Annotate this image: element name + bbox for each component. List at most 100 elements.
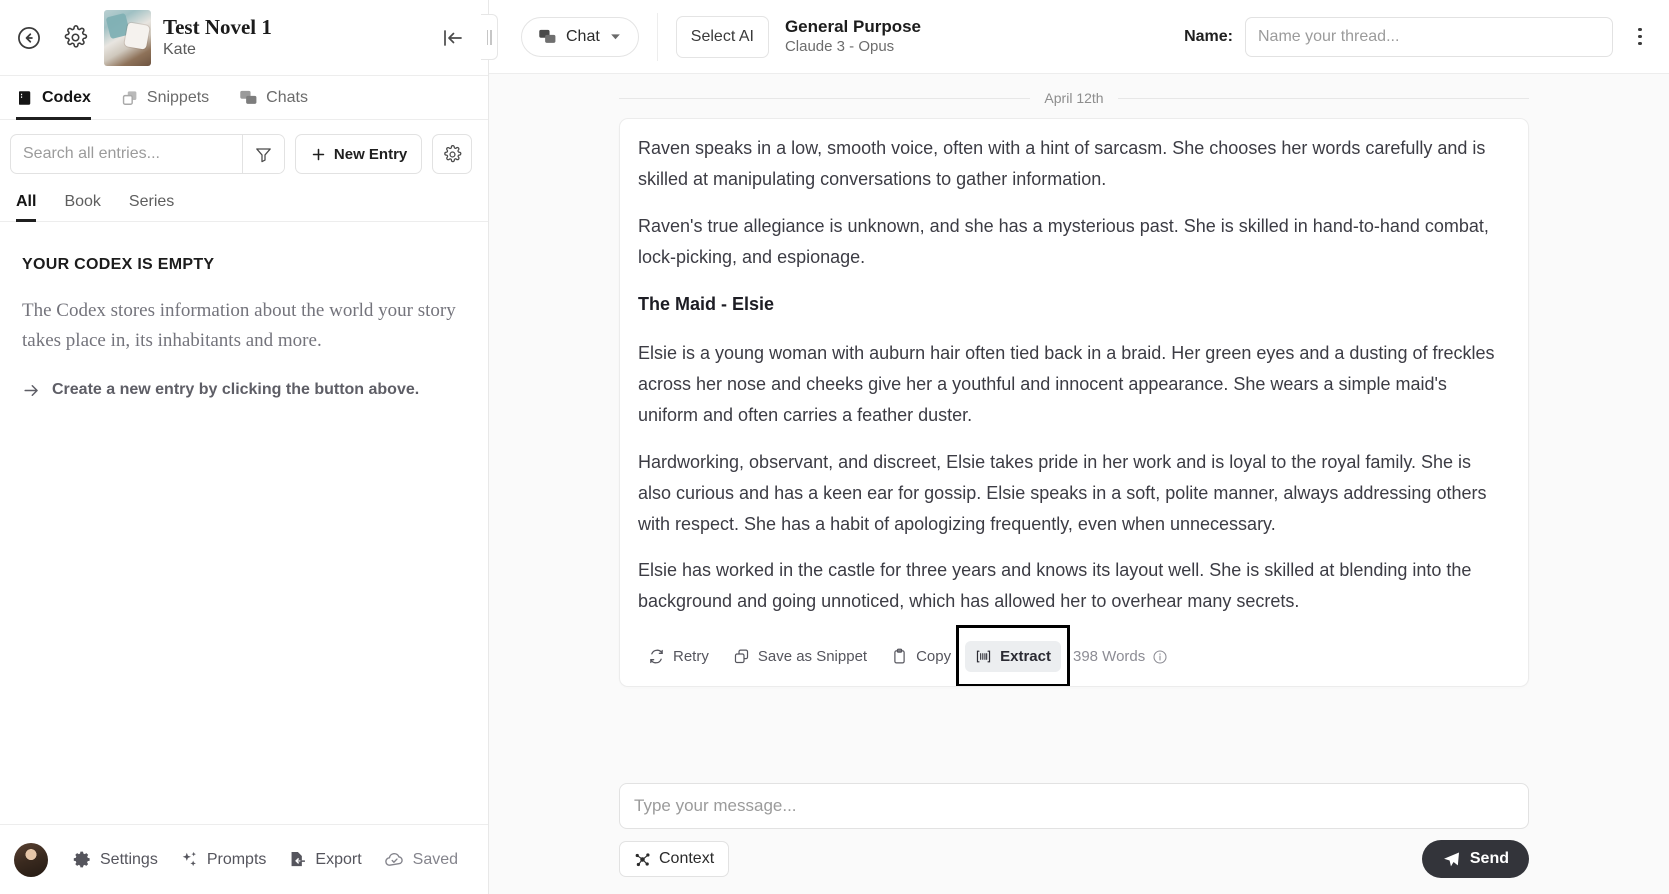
- info-icon[interactable]: [1152, 649, 1168, 665]
- ai-meta: General Purpose Claude 3 - Opus: [785, 17, 921, 56]
- copy-icon: [121, 89, 139, 107]
- search-row: New Entry: [0, 120, 488, 186]
- ai-model-name: Claude 3 - Opus: [785, 38, 921, 56]
- empty-state-description: The Codex stores information about the w…: [22, 296, 466, 357]
- extract-button[interactable]: Extract: [965, 641, 1061, 672]
- node-graph-icon: [634, 851, 651, 868]
- collapse-left-icon: [441, 26, 465, 50]
- plus-icon: [310, 146, 327, 163]
- word-count: 398 Words: [1065, 648, 1168, 665]
- sidebar-header: Test Novel 1 Kate: [0, 0, 488, 76]
- tab-codex-label: Codex: [42, 89, 91, 107]
- more-vertical-icon: [1638, 35, 1642, 39]
- select-ai-button[interactable]: Select AI: [676, 16, 769, 58]
- retry-button[interactable]: Retry: [638, 641, 719, 672]
- footer-settings-button[interactable]: Settings: [64, 843, 167, 876]
- message-composer: Context Send: [489, 773, 1669, 894]
- page-title: Test Novel 1: [163, 15, 424, 39]
- word-count-label: 398 Words: [1073, 648, 1145, 665]
- search-input[interactable]: [11, 135, 242, 173]
- footer-prompts-label: Prompts: [207, 851, 267, 869]
- sidebar-footer: Settings Prompts Export: [0, 824, 488, 894]
- avatar[interactable]: [14, 843, 48, 877]
- footer-saved-status[interactable]: Saved: [375, 842, 467, 877]
- empty-state-cta-label: Create a new entry by clicking the butto…: [52, 381, 419, 399]
- message-input[interactable]: [619, 783, 1529, 829]
- empty-state-cta[interactable]: Create a new entry by clicking the butto…: [22, 381, 466, 400]
- message-paragraph: Raven speaks in a low, smooth voice, oft…: [638, 133, 1506, 195]
- extract-button-focus-wrapper: Extract: [965, 641, 1061, 672]
- empty-state-title: YOUR CODEX IS EMPTY: [22, 256, 466, 274]
- save-as-snippet-label: Save as Snippet: [758, 648, 867, 665]
- composer-toolbar: Context Send: [619, 840, 1529, 878]
- footer-saved-label: Saved: [413, 851, 458, 869]
- conversation-scroll-area[interactable]: April 12th Raven speaks in a low, smooth…: [489, 74, 1669, 773]
- filter-tab-all[interactable]: All: [16, 193, 36, 222]
- file-export-icon: [288, 850, 307, 869]
- tab-snippets[interactable]: Snippets: [121, 89, 209, 120]
- send-button[interactable]: Send: [1422, 840, 1529, 878]
- thread-name-label: Name:: [1184, 28, 1233, 46]
- resize-handle-icon: [487, 30, 489, 45]
- gear-icon: [73, 850, 92, 869]
- context-button[interactable]: Context: [619, 841, 729, 877]
- chat-header: Chat Select AI General Purpose Claude 3 …: [489, 0, 1669, 74]
- chevron-down-icon: [609, 30, 622, 43]
- resize-handle-icon: [490, 30, 492, 45]
- chat-panel: Chat Select AI General Purpose Claude 3 …: [489, 0, 1669, 894]
- message-paragraph: Elsie is a young woman with auburn hair …: [638, 338, 1506, 431]
- filter-tab-book[interactable]: Book: [64, 193, 100, 222]
- select-ai-label: Select AI: [691, 28, 754, 46]
- codex-filter-tabs: All Book Series: [0, 186, 488, 222]
- footer-prompts-button[interactable]: Prompts: [171, 843, 276, 876]
- message-action-bar: Retry Save as Snippet: [620, 637, 1528, 686]
- context-label: Context: [659, 850, 714, 868]
- extract-icon: [975, 648, 992, 665]
- tab-chats-label: Chats: [266, 89, 308, 107]
- date-separator: April 12th: [619, 90, 1529, 106]
- footer-export-button[interactable]: Export: [279, 843, 370, 876]
- chat-bubbles-icon: [239, 88, 258, 107]
- ai-preset-name: General Purpose: [785, 17, 921, 37]
- copy-button[interactable]: Copy: [881, 641, 961, 672]
- save-as-snippet-button[interactable]: Save as Snippet: [723, 641, 877, 672]
- date-separator-label: April 12th: [1044, 90, 1103, 106]
- back-button[interactable]: [12, 21, 46, 55]
- search-field-wrapper: [10, 134, 285, 174]
- codex-settings-button[interactable]: [432, 134, 472, 174]
- chat-mode-dropdown[interactable]: Chat: [521, 17, 639, 57]
- new-entry-label: New Entry: [334, 146, 407, 163]
- message-paragraph: Raven's true allegiance is unknown, and …: [638, 211, 1506, 273]
- more-vertical-icon: [1638, 28, 1642, 32]
- tab-chats[interactable]: Chats: [239, 88, 308, 120]
- refresh-icon: [648, 648, 665, 665]
- filter-tab-series[interactable]: Series: [129, 193, 174, 222]
- copy-icon: [733, 648, 750, 665]
- gear-icon: [63, 25, 88, 50]
- book-cover-thumbnail[interactable]: [104, 10, 151, 66]
- thread-menu-button[interactable]: [1625, 20, 1655, 54]
- sidebar-tabs: Codex Snippets Chats: [0, 76, 488, 120]
- message-paragraph: Hardworking, observant, and discreet, El…: [638, 447, 1506, 540]
- paper-plane-icon: [1442, 850, 1461, 869]
- new-entry-button[interactable]: New Entry: [295, 134, 422, 174]
- message-paragraph: Elsie has worked in the castle for three…: [638, 555, 1506, 617]
- filter-button[interactable]: [242, 135, 284, 173]
- project-settings-button[interactable]: [58, 21, 92, 55]
- book-meta: Test Novel 1 Kate: [163, 15, 424, 59]
- thread-name-group: Name:: [1184, 17, 1613, 57]
- collapse-sidebar-button[interactable]: [436, 21, 470, 55]
- cloud-check-icon: [384, 849, 405, 870]
- funnel-icon: [254, 145, 273, 164]
- footer-settings-label: Settings: [100, 851, 158, 869]
- message-heading: The Maid - Elsie: [638, 289, 1506, 320]
- clipboard-icon: [891, 648, 908, 665]
- panel-resize-handle[interactable]: [481, 14, 498, 60]
- book-icon: [16, 89, 34, 107]
- more-vertical-icon: [1638, 42, 1642, 46]
- gear-icon: [443, 145, 462, 164]
- left-sidebar: Test Novel 1 Kate Codex S: [0, 0, 489, 894]
- tab-codex[interactable]: Codex: [16, 89, 91, 120]
- arrow-right-icon: [22, 381, 41, 400]
- thread-name-input[interactable]: [1245, 17, 1613, 57]
